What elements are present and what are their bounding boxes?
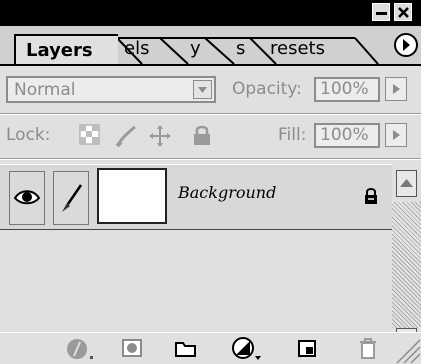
layer-row[interactable]: Background bbox=[0, 164, 392, 230]
layers-panel: Layers els y s resets Normal Opacity: 10… bbox=[0, 0, 421, 364]
tab-baseline bbox=[0, 64, 421, 66]
blend-mode-select[interactable]: Normal bbox=[6, 76, 216, 103]
tab-bar: Layers els y s resets bbox=[0, 26, 421, 66]
layer-style-icon[interactable] bbox=[66, 337, 96, 361]
lock-position-icon[interactable] bbox=[148, 124, 172, 148]
lock-all-icon[interactable] bbox=[191, 124, 213, 146]
divider bbox=[0, 114, 421, 115]
new-layer-icon[interactable] bbox=[297, 339, 319, 359]
title-bar bbox=[0, 0, 421, 26]
tab-label: y bbox=[190, 38, 201, 59]
tab-history[interactable]: y bbox=[190, 34, 201, 64]
resize-grip-icon[interactable] bbox=[393, 334, 421, 364]
brush-icon bbox=[62, 184, 83, 212]
lock-icon bbox=[364, 187, 378, 205]
fill-field[interactable]: 100% bbox=[314, 123, 380, 148]
panel-menu-icon[interactable] bbox=[393, 32, 419, 58]
fill-label: Fill: bbox=[278, 125, 307, 145]
close-icon[interactable] bbox=[394, 3, 412, 21]
divider bbox=[0, 159, 421, 160]
layer-name: Background bbox=[178, 183, 277, 202]
opacity-label: Opacity: bbox=[232, 79, 302, 99]
visibility-toggle[interactable] bbox=[9, 171, 45, 225]
vertical-scrollbar[interactable] bbox=[392, 164, 421, 352]
brush-link-cell[interactable] bbox=[53, 171, 89, 225]
lock-pixels-icon[interactable] bbox=[114, 124, 138, 148]
tab-label: els bbox=[124, 38, 150, 59]
opacity-field[interactable]: 100% bbox=[314, 77, 380, 102]
tab-label: s bbox=[236, 38, 246, 59]
lock-transparent-icon[interactable] bbox=[79, 124, 101, 146]
tab-presets[interactable]: resets bbox=[270, 34, 325, 64]
tab-channels[interactable]: els bbox=[124, 34, 149, 64]
lock-label: Lock: bbox=[6, 125, 51, 145]
tab-layers[interactable]: Layers bbox=[14, 34, 118, 66]
trash-icon[interactable] bbox=[358, 336, 378, 360]
minimize-icon[interactable] bbox=[372, 3, 390, 21]
blend-mode-value: Normal bbox=[14, 80, 76, 100]
tab-label: Layers bbox=[26, 40, 93, 61]
chevron-down-icon[interactable] bbox=[193, 80, 212, 99]
new-group-icon[interactable] bbox=[174, 339, 198, 359]
scroll-up-icon[interactable] bbox=[396, 170, 417, 197]
tab-label: resets bbox=[270, 38, 325, 59]
adjustment-layer-icon[interactable] bbox=[231, 336, 263, 362]
scroll-track[interactable] bbox=[392, 202, 421, 328]
layer-thumbnail bbox=[97, 168, 167, 224]
tab-actions[interactable]: s bbox=[236, 34, 245, 64]
eye-icon bbox=[13, 190, 41, 205]
bottom-toolbar bbox=[0, 332, 421, 364]
mask-icon[interactable] bbox=[121, 338, 145, 360]
fill-arrow-icon[interactable] bbox=[385, 123, 407, 147]
opacity-arrow-icon[interactable] bbox=[385, 77, 407, 101]
